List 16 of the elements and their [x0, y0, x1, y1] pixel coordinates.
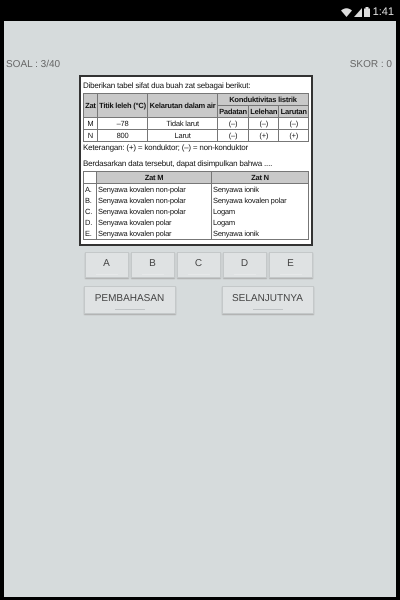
answer-button[interactable]: C: [176, 252, 220, 278]
battery-icon: [364, 7, 370, 17]
question-text: Berdasarkan data tersebut, dapat disimpulkan bahwa ....: [83, 159, 274, 168]
wifi-icon: [340, 8, 352, 16]
question-counter: SOAL : 3/40: [6, 59, 60, 70]
signal-icon: [354, 8, 362, 16]
question-text: Diberikan tabel sifat dua buah zat sebagai berikut:: [83, 81, 252, 90]
score-label: SKOR : 0: [350, 59, 392, 70]
answer-button[interactable]: B: [130, 252, 174, 278]
answer-button[interactable]: D: [222, 252, 266, 278]
action-button[interactable]: SELANJUTNYA: [222, 286, 314, 314]
action-button[interactable]: PEMBAHASAN: [84, 286, 176, 314]
answer-button[interactable]: A: [84, 252, 128, 278]
answer-button[interactable]: E: [268, 252, 312, 278]
clock: 1:41: [372, 6, 394, 18]
note-text: Keterangan: (+) = konduktor; (–) = non-konduktor: [83, 143, 249, 152]
